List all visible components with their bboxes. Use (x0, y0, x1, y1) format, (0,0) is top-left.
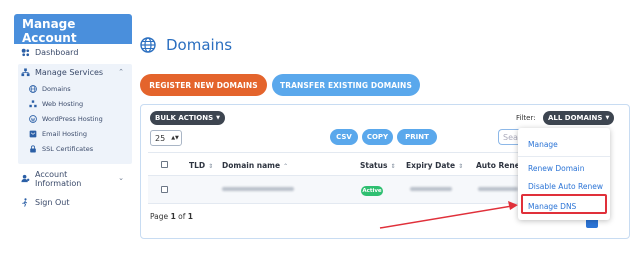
sidebar-subitem-label: SSL Certificates (42, 145, 94, 153)
expiry-date-redacted (410, 187, 452, 191)
page-info: Page 1 of 1 (150, 212, 193, 221)
sidebar-item-sign-out[interactable]: Sign Out (20, 194, 70, 210)
sidebar-header: Manage Account (14, 14, 132, 45)
filter-value: ALL DOMAINS (548, 114, 603, 122)
filter-label: Filter: (516, 114, 536, 122)
page-title-text: Domains (166, 36, 233, 54)
sidebar-subitem-web-hosting[interactable]: Web Hosting (28, 97, 83, 111)
page-info-total: 1 (187, 212, 194, 221)
page-info-current: 1 (170, 212, 176, 221)
hosting-icon (28, 100, 37, 109)
sidebar-subitem-domains[interactable]: Domains (28, 82, 71, 96)
page-info-prefix: Page (150, 212, 169, 221)
column-header-status[interactable]: Status ⇕ (360, 161, 395, 170)
sidebar-item-manage-services[interactable]: Manage Services (20, 64, 103, 80)
sort-icon: ⇕ (458, 163, 464, 170)
account-label-line1: Account (35, 170, 68, 179)
sidebar: Manage Account Dashboard Manage Services… (14, 0, 132, 259)
globe-icon (140, 37, 156, 53)
sidebar-item-account-information[interactable]: Account Information (20, 170, 81, 192)
sidebar-subitem-label: Email Hosting (42, 130, 87, 138)
dropdown-item-renew-domain[interactable]: Renew Domain (528, 164, 584, 173)
sidebar-item-label: Sign Out (35, 197, 70, 207)
table-header: TLD ⇕ Domain name ⌃ Status ⇕ Expiry Date ⇕ A… (148, 152, 527, 176)
column-header-label: Status (360, 161, 388, 170)
lock-icon (28, 145, 37, 154)
sidebar-item-label: Account Information (35, 170, 81, 188)
manage-dns-highlight-box (521, 194, 607, 214)
account-label-line2: Information (35, 179, 82, 188)
auto-renew-redacted (478, 187, 518, 191)
copy-button[interactable]: COPY (362, 129, 393, 145)
page-info-middle: of (178, 212, 186, 221)
sort-icon: ⇕ (208, 163, 214, 170)
dashboard-icon (20, 47, 30, 57)
column-header-expiry-date[interactable]: Expiry Date ⇕ (406, 161, 463, 170)
account-icon (20, 173, 30, 183)
sort-icon: ⇕ (390, 163, 396, 170)
table-row[interactable] (148, 176, 520, 204)
sidebar-subitem-wordpress-hosting[interactable]: WordPress Hosting (28, 112, 103, 126)
row-checkbox[interactable] (161, 186, 168, 193)
chevron-updown-icon: ▲▼ (171, 135, 179, 141)
services-icon (20, 67, 30, 77)
bulk-actions-button[interactable]: BULK ACTIONS ▼ (150, 111, 225, 125)
sidebar-item-label: Manage Services (35, 67, 104, 77)
sidebar-subitem-ssl-certificates[interactable]: SSL Certificates (28, 142, 93, 156)
per-page-select[interactable]: 25 ▲▼ (150, 130, 182, 146)
bulk-actions-label: BULK ACTIONS (155, 114, 214, 122)
globe-icon (28, 85, 37, 94)
sidebar-title: Manage Account (22, 17, 77, 45)
sort-asc-icon: ⌃ (283, 163, 289, 170)
column-header-label: TLD (189, 161, 206, 170)
sidebar-item-dashboard[interactable]: Dashboard (20, 44, 78, 60)
csv-button[interactable]: CSV (330, 129, 358, 145)
print-button[interactable]: PRINT (397, 129, 437, 145)
page-title: Domains (140, 36, 232, 54)
sidebar-subitem-label: Web Hosting (42, 100, 84, 108)
dropdown-item-manage[interactable]: Manage (528, 140, 558, 149)
caret-down-icon: ▼ (605, 115, 610, 121)
register-new-domains-button[interactable]: REGISTER NEW DOMAINS (140, 74, 267, 96)
filter-dropdown-button[interactable]: ALL DOMAINS ▼ (543, 111, 615, 125)
column-header-domain-name[interactable]: Domain name ⌃ (222, 161, 288, 170)
wordpress-icon (28, 115, 37, 124)
chevron-up-icon: ⌃ (118, 69, 124, 76)
column-header-label: Expiry Date (406, 161, 456, 170)
sidebar-subitem-label: WordPress Hosting (42, 115, 103, 123)
sidebar-subitem-email-hosting[interactable]: Email Hosting (28, 127, 87, 141)
per-page-value: 25 (155, 133, 166, 143)
domain-name-redacted (222, 187, 294, 191)
sign-out-icon (20, 197, 30, 207)
column-header-label: Domain name (222, 161, 281, 170)
email-icon (28, 130, 37, 139)
page-root: Manage Account Dashboard Manage Services… (0, 0, 644, 259)
dropdown-item-disable-auto-renew[interactable]: Disable Auto Renew (528, 182, 603, 191)
caret-down-icon: ▼ (216, 115, 220, 121)
select-all-checkbox[interactable] (161, 161, 168, 168)
transfer-existing-domains-button[interactable]: TRANSFER EXISTING DOMAINS (272, 74, 420, 96)
column-header-tld[interactable]: TLD ⇕ (189, 161, 213, 170)
dropdown-divider (518, 156, 610, 157)
status-badge: Active (361, 186, 383, 196)
sidebar-subitem-label: Domains (42, 85, 71, 93)
sidebar-item-label: Dashboard (35, 47, 79, 57)
chevron-down-icon: ⌄ (118, 175, 124, 182)
